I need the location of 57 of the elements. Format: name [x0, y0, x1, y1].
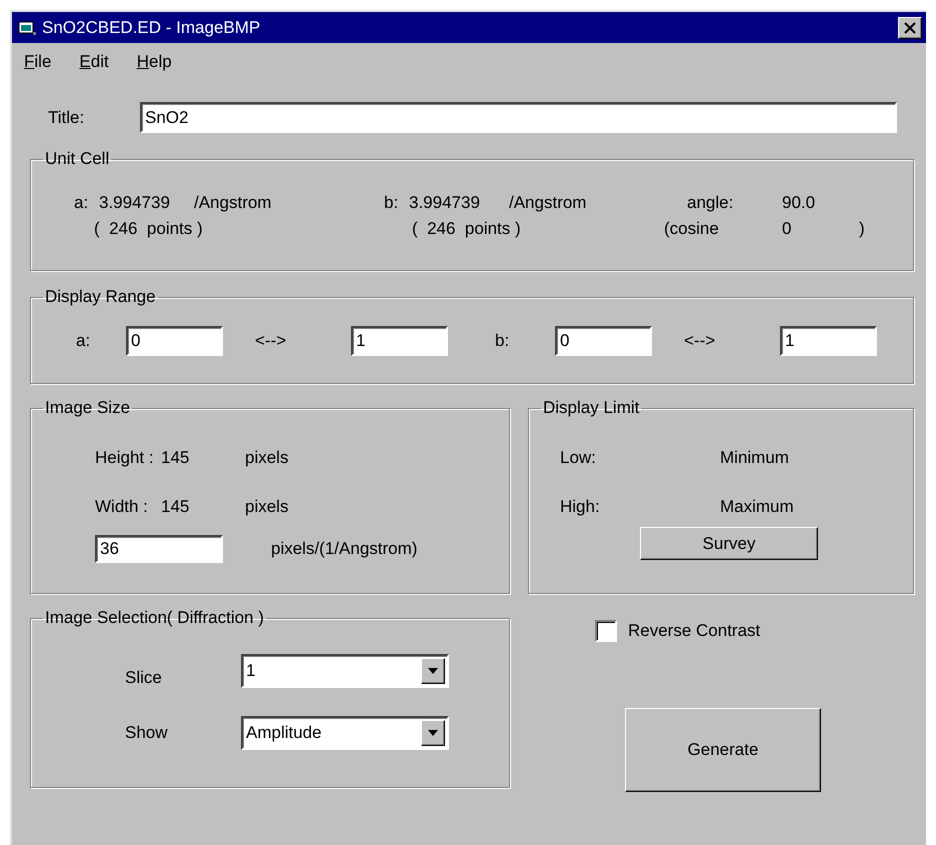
field-label: Title:	[48, 108, 86, 128]
range-field[interactable]: 0	[555, 326, 652, 356]
dropdown-arrow-icon	[427, 730, 439, 736]
unit-label: pixels	[245, 448, 288, 468]
cell-text: 3.994739	[409, 193, 481, 213]
cell-text: a:	[74, 193, 90, 213]
range-field[interactable]: 1	[780, 326, 877, 356]
close-button[interactable]	[898, 16, 922, 38]
menu-item[interactable]: File	[24, 52, 52, 72]
window-title: SnO2CBED.ED - ImageBMP	[42, 18, 262, 38]
scale-field[interactable]: 36	[95, 535, 223, 563]
menu-item[interactable]: Edit	[79, 52, 109, 72]
cell-text: (cosine	[664, 219, 720, 239]
menu-item[interactable]: Help	[136, 52, 172, 72]
field-label: a:	[76, 331, 92, 351]
size-label: Width :	[95, 497, 149, 517]
window-icon	[18, 20, 38, 36]
generate-button[interactable]: Generate	[625, 708, 821, 792]
title-field[interactable]: SnO2	[140, 102, 897, 133]
group-title: Unit Cell	[44, 149, 110, 169]
cell-text: ( 246 points )	[94, 219, 204, 239]
range-arrow-text: <-->	[254, 331, 288, 351]
limit-value: Minimum	[720, 448, 789, 468]
show-dropdown[interactable]: Amplitude	[241, 716, 449, 750]
select-label: Slice	[125, 667, 163, 688]
cell-text: /Angstrom	[509, 193, 588, 213]
size-label: Height :	[95, 448, 155, 468]
size-value: 145	[161, 497, 190, 517]
survey-button[interactable]: Survey	[640, 527, 818, 560]
unit-label: pixels/(1/Angstrom)	[271, 539, 418, 559]
size-value: 145	[161, 448, 190, 468]
group-title: Display Limit	[542, 398, 640, 418]
checkbox[interactable]	[595, 620, 617, 642]
cell-text: )	[859, 219, 866, 239]
group-title: Display Range	[44, 287, 157, 307]
cell-text: 90.0	[782, 193, 816, 213]
slice-dropdown[interactable]: 1	[241, 654, 449, 688]
cell-text: ( 246 points )	[412, 219, 522, 239]
limit-label: High:	[560, 497, 601, 517]
range-field[interactable]: 1	[351, 326, 448, 356]
unit-label: pixels	[245, 497, 288, 517]
range-field[interactable]: 0	[126, 326, 223, 356]
group-title: Image Selection( Diffraction )	[44, 608, 265, 628]
select-label: Show	[125, 723, 169, 743]
limit-label: Low:	[560, 448, 597, 468]
close-icon	[903, 22, 917, 34]
cell-text: 0	[782, 219, 792, 239]
cell-text: 3.994739	[99, 193, 171, 213]
field-label: b:	[495, 331, 510, 351]
group-title: Image Size	[44, 398, 132, 418]
checkbox-label: Reverse Contrast	[628, 621, 760, 641]
cell-text: /Angstrom	[194, 193, 272, 213]
limit-value: Maximum	[720, 497, 794, 517]
cell-text: b:	[384, 193, 400, 213]
range-arrow-text: <-->	[683, 331, 716, 351]
dropdown-arrow-icon	[427, 668, 439, 674]
cell-text: angle:	[687, 193, 734, 213]
